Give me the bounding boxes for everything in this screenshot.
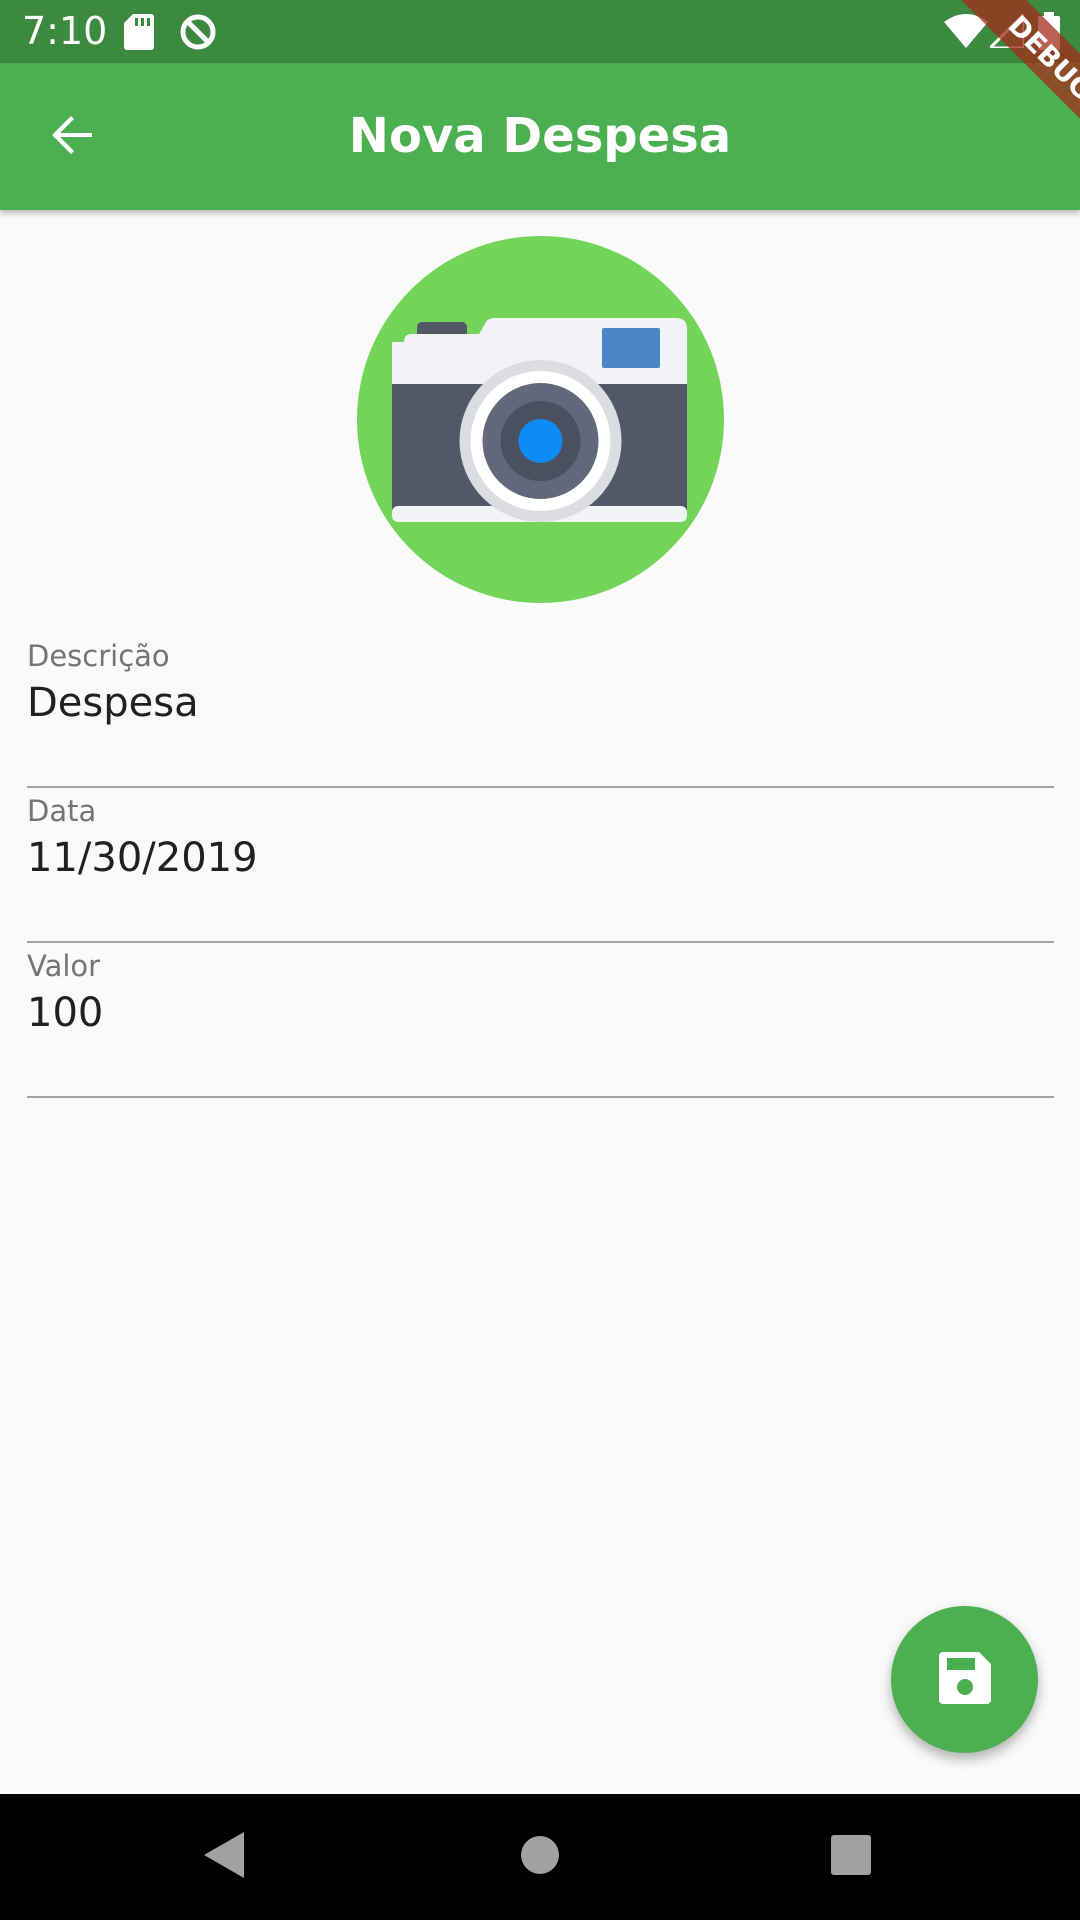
battery-icon	[1038, 12, 1060, 54]
sd-card-icon	[124, 14, 154, 54]
description-field[interactable]: Descrição Despesa	[27, 638, 1054, 788]
save-button[interactable]	[891, 1606, 1038, 1753]
status-bar: 7:10	[0, 0, 1080, 63]
save-icon	[938, 1651, 991, 1708]
value-value: 100	[27, 990, 104, 1036]
nav-back-button[interactable]	[188, 1821, 260, 1893]
description-label: Descrição	[27, 639, 170, 673]
nav-back-icon	[204, 1832, 244, 1882]
sync-icon	[178, 12, 218, 56]
date-label: Data	[27, 794, 97, 828]
nav-home-icon	[520, 1835, 560, 1879]
back-button[interactable]	[34, 99, 110, 175]
cell-signal-icon	[986, 10, 1026, 52]
photo-picker-button[interactable]	[357, 236, 724, 603]
page-title: Nova Despesa	[348, 108, 732, 164]
date-field[interactable]: Data 11/30/2019	[27, 793, 1054, 943]
status-time: 7:10	[22, 9, 108, 53]
wifi-icon	[944, 14, 988, 52]
value-field[interactable]: Valor 100	[27, 948, 1054, 1098]
nav-recents-icon	[831, 1835, 871, 1879]
description-value: Despesa	[27, 680, 199, 726]
date-value: 11/30/2019	[27, 835, 258, 881]
system-nav-bar	[0, 1794, 1080, 1920]
nav-home-button[interactable]	[504, 1821, 576, 1893]
value-label: Valor	[27, 949, 101, 983]
arrow-back-icon	[48, 111, 96, 163]
camera-icon	[357, 236, 724, 607]
nav-recents-button[interactable]	[815, 1821, 887, 1893]
app-bar: Nova Despesa	[0, 63, 1080, 210]
